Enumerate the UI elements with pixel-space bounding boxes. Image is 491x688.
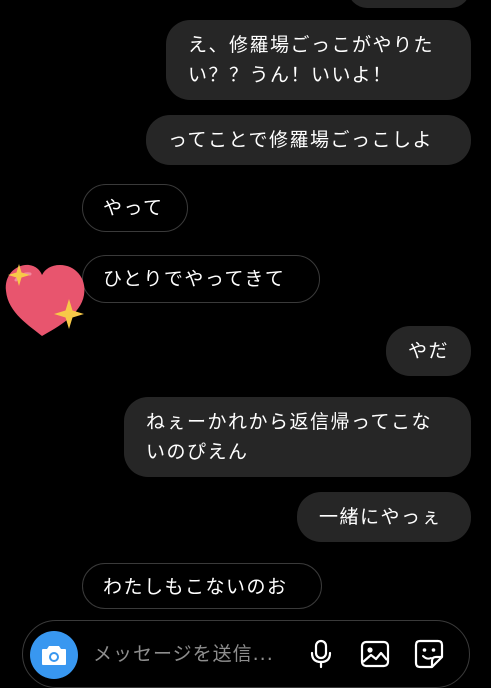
previous-message-bubble[interactable] (348, 0, 470, 8)
message-text: ってことで修羅場ごっこしよ (168, 129, 433, 151)
voice-message-button[interactable] (303, 636, 339, 672)
message-text: やって (103, 197, 164, 219)
message-bubble-sent[interactable]: 一緒にやっぇ (297, 492, 471, 542)
sparkling-heart-icon (5, 264, 85, 336)
message-bubble-received[interactable]: わたしもこないのお (82, 563, 322, 609)
message-text: 一緒にやっぇ (319, 506, 443, 528)
message-bubble-received[interactable]: ひとりでやってきて (82, 255, 320, 303)
camera-button[interactable] (30, 631, 78, 679)
message-text: やだ (408, 340, 450, 362)
message-bubble-received[interactable]: やって (82, 184, 188, 232)
message-text: わたしもこないのお (103, 576, 288, 598)
sparkling-heart-reaction[interactable] (2, 258, 92, 340)
message-bubble-sent[interactable]: ねぇーかれから返信帰ってこな いのぴえん (124, 397, 471, 477)
message-text: え、修羅場ごっこがやりた (188, 34, 435, 56)
gallery-button[interactable] (357, 636, 393, 672)
message-bubble-sent[interactable]: え、修羅場ごっこがやりた い？？うん！いいよ！ (166, 20, 471, 100)
message-text: いのぴえん (146, 441, 249, 463)
message-bubble-sent[interactable]: やだ (386, 326, 471, 376)
message-composer (22, 620, 470, 688)
message-input[interactable] (93, 639, 293, 669)
image-icon (360, 640, 390, 668)
message-text: い？？うん！いいよ！ (188, 64, 393, 86)
message-text: ねぇーかれから返信帰ってこな (146, 411, 433, 433)
camera-icon (42, 646, 66, 665)
message-text: ひとりでやってきて (103, 268, 286, 290)
microphone-icon (310, 639, 332, 669)
sticker-icon (414, 639, 444, 669)
message-bubble-sent[interactable]: ってことで修羅場ごっこしよ (146, 115, 471, 165)
sticker-button[interactable] (411, 636, 447, 672)
